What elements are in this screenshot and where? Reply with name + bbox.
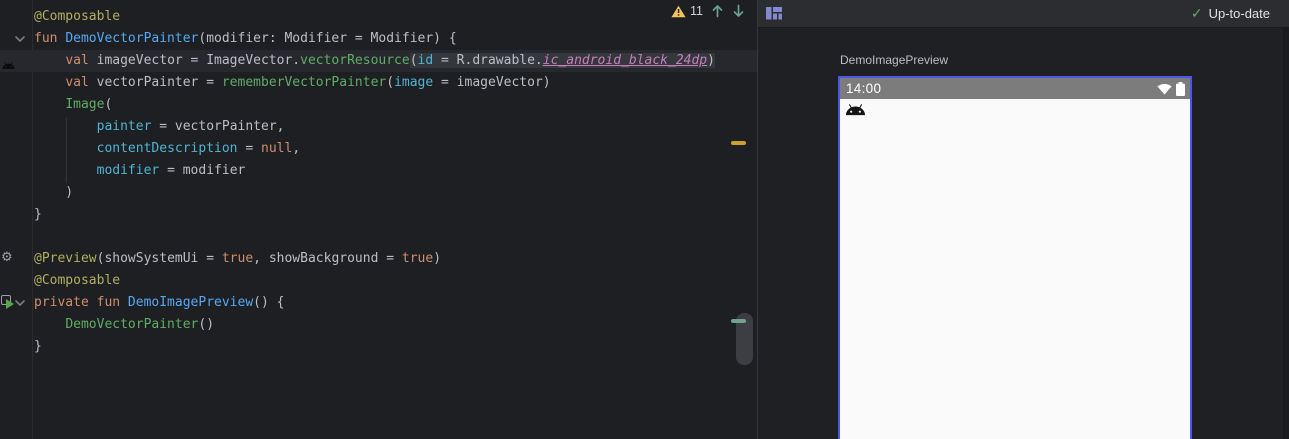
device-clock: 14:00 [846, 81, 881, 96]
preview-title[interactable]: DemoImagePreview [840, 53, 948, 67]
code-token: , showBackground = [253, 251, 402, 266]
code-token: } [34, 207, 42, 222]
code-token: contentDescription [97, 141, 238, 156]
code-token: DemoVectorPainter [65, 31, 198, 46]
code-token: ) [707, 53, 715, 68]
play-triangle-icon [6, 299, 14, 309]
android-studio-window: @Composablefun DemoVectorPainter(modifie… [0, 0, 1289, 439]
android-robot-icon [845, 103, 866, 121]
code-token: modifier [97, 163, 160, 178]
warnings-indicator[interactable]: 11 [671, 4, 703, 18]
info-stripe-mark[interactable] [731, 319, 746, 323]
code-token: ( [410, 53, 418, 68]
indent-guide [66, 117, 67, 183]
warning-stripe-mark[interactable] [731, 141, 746, 145]
preview-settings-gear-icon[interactable]: ⚙ [1, 249, 13, 267]
next-highlight-arrow-icon[interactable] [732, 4, 745, 18]
code-line[interactable]: private fun DemoImagePreview() { [0, 292, 758, 314]
code-token: } [34, 339, 42, 354]
device-status-bar: 14:00 [840, 78, 1190, 99]
code-line[interactable]: val vectorPainter = rememberVectorPainte… [0, 72, 758, 94]
code-token: () { [253, 295, 284, 310]
code-token: val [65, 53, 88, 68]
code-line[interactable]: @Composable [0, 6, 758, 28]
code-token: DemoVectorPainter [65, 317, 198, 332]
fold-chevron-icon[interactable] [14, 292, 26, 314]
drawable-preview-icon[interactable] [2, 55, 15, 74]
code-token: () [198, 317, 214, 332]
code-token: ic_android_black_24dp [543, 53, 707, 68]
code-line[interactable]: fun DemoVectorPainter(modifier: Modifier… [0, 28, 758, 50]
preview-content [840, 99, 1190, 439]
code-area[interactable]: @Composablefun DemoVectorPainter(modifie… [0, 6, 758, 358]
code-token [34, 97, 65, 112]
code-token: null [261, 141, 292, 156]
code-line[interactable] [0, 226, 758, 248]
warning-count: 11 [690, 4, 703, 18]
code-line[interactable]: ) [0, 182, 758, 204]
grid-layout-icon [766, 7, 782, 20]
code-token [34, 53, 65, 68]
code-line[interactable]: contentDescription = null, [0, 138, 758, 160]
code-token: = vectorPainter, [151, 119, 284, 134]
code-token: vectorResource [300, 53, 410, 68]
code-line[interactable]: @Composable [0, 270, 758, 292]
code-token: fun [34, 31, 65, 46]
code-token: = [238, 141, 261, 156]
code-token: painter [97, 119, 152, 134]
code-token: = imageVector) [433, 75, 550, 90]
code-token: val [65, 75, 88, 90]
compose-preview-panel: ✓ Up-to-date DemoImagePreview 14:00 [758, 0, 1289, 439]
build-status-label: Up-to-date [1209, 6, 1270, 21]
inspections-widget[interactable]: 11 [671, 2, 745, 20]
fold-chevron-icon[interactable] [14, 28, 26, 50]
code-token: (showSystemUi = [97, 251, 222, 266]
panel-scrollbar-gutter[interactable] [1283, 28, 1289, 439]
code-token: ( [386, 75, 394, 90]
wifi-icon [1157, 83, 1172, 95]
code-token: vectorPainter = [89, 75, 222, 90]
code-token: , [292, 141, 300, 156]
code-token: DemoImagePreview [128, 295, 253, 310]
code-token: @Preview [34, 251, 97, 266]
code-token: imageVector = ImageVector. [89, 53, 300, 68]
code-token: @Composable [34, 9, 120, 24]
grid-layout-button[interactable] [764, 4, 784, 24]
code-token: @Composable [34, 273, 120, 288]
code-line[interactable]: Image( [0, 94, 758, 116]
code-line[interactable]: modifier = modifier [0, 160, 758, 182]
previous-highlight-arrow-icon[interactable] [711, 4, 724, 18]
preview-toolbar: ✓ Up-to-date [758, 0, 1289, 28]
code-line[interactable]: painter = vectorPainter, [0, 116, 758, 138]
code-line[interactable]: val imageVector = ImageVector.vectorReso… [0, 50, 758, 72]
code-token: rememberVectorPainter [222, 75, 386, 90]
battery-icon [1176, 82, 1185, 96]
check-icon: ✓ [1191, 6, 1203, 22]
code-line[interactable]: @Preview(showSystemUi = true, showBackgr… [0, 248, 758, 270]
code-token: true [402, 251, 433, 266]
code-token: private fun [34, 295, 128, 310]
code-line[interactable]: DemoVectorPainter() [0, 314, 758, 336]
code-token: id [418, 53, 434, 68]
code-editor[interactable]: @Composablefun DemoVectorPainter(modifie… [0, 0, 758, 439]
code-token: image [394, 75, 433, 90]
code-token: = R.drawable. [433, 53, 543, 68]
run-preview-icon[interactable] [1, 295, 15, 309]
code-token: ) [34, 185, 73, 200]
warning-triangle-icon [671, 5, 686, 18]
device-preview-frame[interactable]: 14:00 [838, 76, 1192, 439]
code-token: true [222, 251, 253, 266]
build-status-indicator[interactable]: ✓ Up-to-date [1191, 6, 1270, 22]
code-token: ) [433, 251, 441, 266]
code-token: (modifier: Modifier = Modifier) { [198, 31, 456, 46]
code-line[interactable]: } [0, 336, 758, 358]
code-token: Image [65, 97, 104, 112]
code-token: ( [104, 97, 112, 112]
code-token: = modifier [159, 163, 245, 178]
code-token [34, 75, 65, 90]
code-token [34, 317, 65, 332]
code-line[interactable]: } [0, 204, 758, 226]
